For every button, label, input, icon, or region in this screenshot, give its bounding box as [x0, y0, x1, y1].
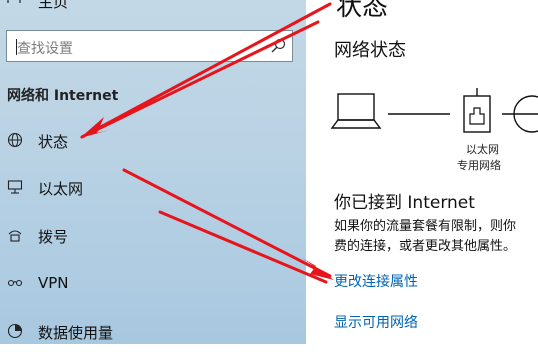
sidebar-item-label: 拨号 [38, 228, 69, 246]
search-icon[interactable] [270, 38, 286, 54]
description-text: 费的连接，或者更改其他属性。 [334, 239, 517, 254]
search-placeholder: 查找设置 [17, 41, 73, 57]
sidebar-item-ethernet[interactable]: 以太网 [0, 168, 306, 208]
globe-icon [7, 132, 23, 148]
section-title: 网络和 Internet [7, 88, 119, 104]
search-input[interactable]: 查找设置 [6, 30, 293, 62]
sidebar-item-status[interactable]: 状态 [0, 121, 306, 161]
adapter-label: 以太网 [466, 143, 499, 156]
network-diagram [330, 88, 538, 133]
network-status-heading: 网络状态 [334, 40, 406, 61]
change-connection-properties-link[interactable]: 更改连接属性 [334, 271, 418, 291]
ethernet-adapter-icon [463, 88, 491, 133]
show-available-networks-link[interactable]: 显示可用网络 [334, 312, 418, 332]
laptop-icon [330, 93, 382, 129]
vpn-icon [7, 279, 23, 287]
settings-sidebar: 主页 查找设置 网络和 Internet 状态 以太网 拨号 VPN 数据使用量 [0, 0, 306, 344]
sidebar-item-label: VPN [38, 274, 69, 292]
data-usage-icon [7, 323, 23, 339]
page-title: 状态 [336, 0, 389, 22]
home-icon [7, 0, 21, 3]
ethernet-icon [7, 180, 23, 194]
sidebar-item-label: 以太网 [38, 180, 84, 198]
description-text: 如果你的流量套餐有限制，则你 [334, 219, 517, 234]
connection-status-heading: 你已接到 Internet [334, 193, 475, 213]
sidebar-item-data-usage[interactable]: 数据使用量 [0, 312, 306, 352]
sidebar-item-label: 数据使用量 [38, 324, 114, 342]
sidebar-item-vpn[interactable]: VPN [0, 264, 306, 304]
sidebar-item-label: 状态 [38, 133, 69, 151]
dialup-icon [8, 230, 22, 242]
adapter-sub-label: 专用网络 [457, 159, 501, 172]
sidebar-item-home[interactable]: 主页 [38, 0, 68, 12]
sidebar-item-dialup[interactable]: 拨号 [0, 216, 306, 256]
